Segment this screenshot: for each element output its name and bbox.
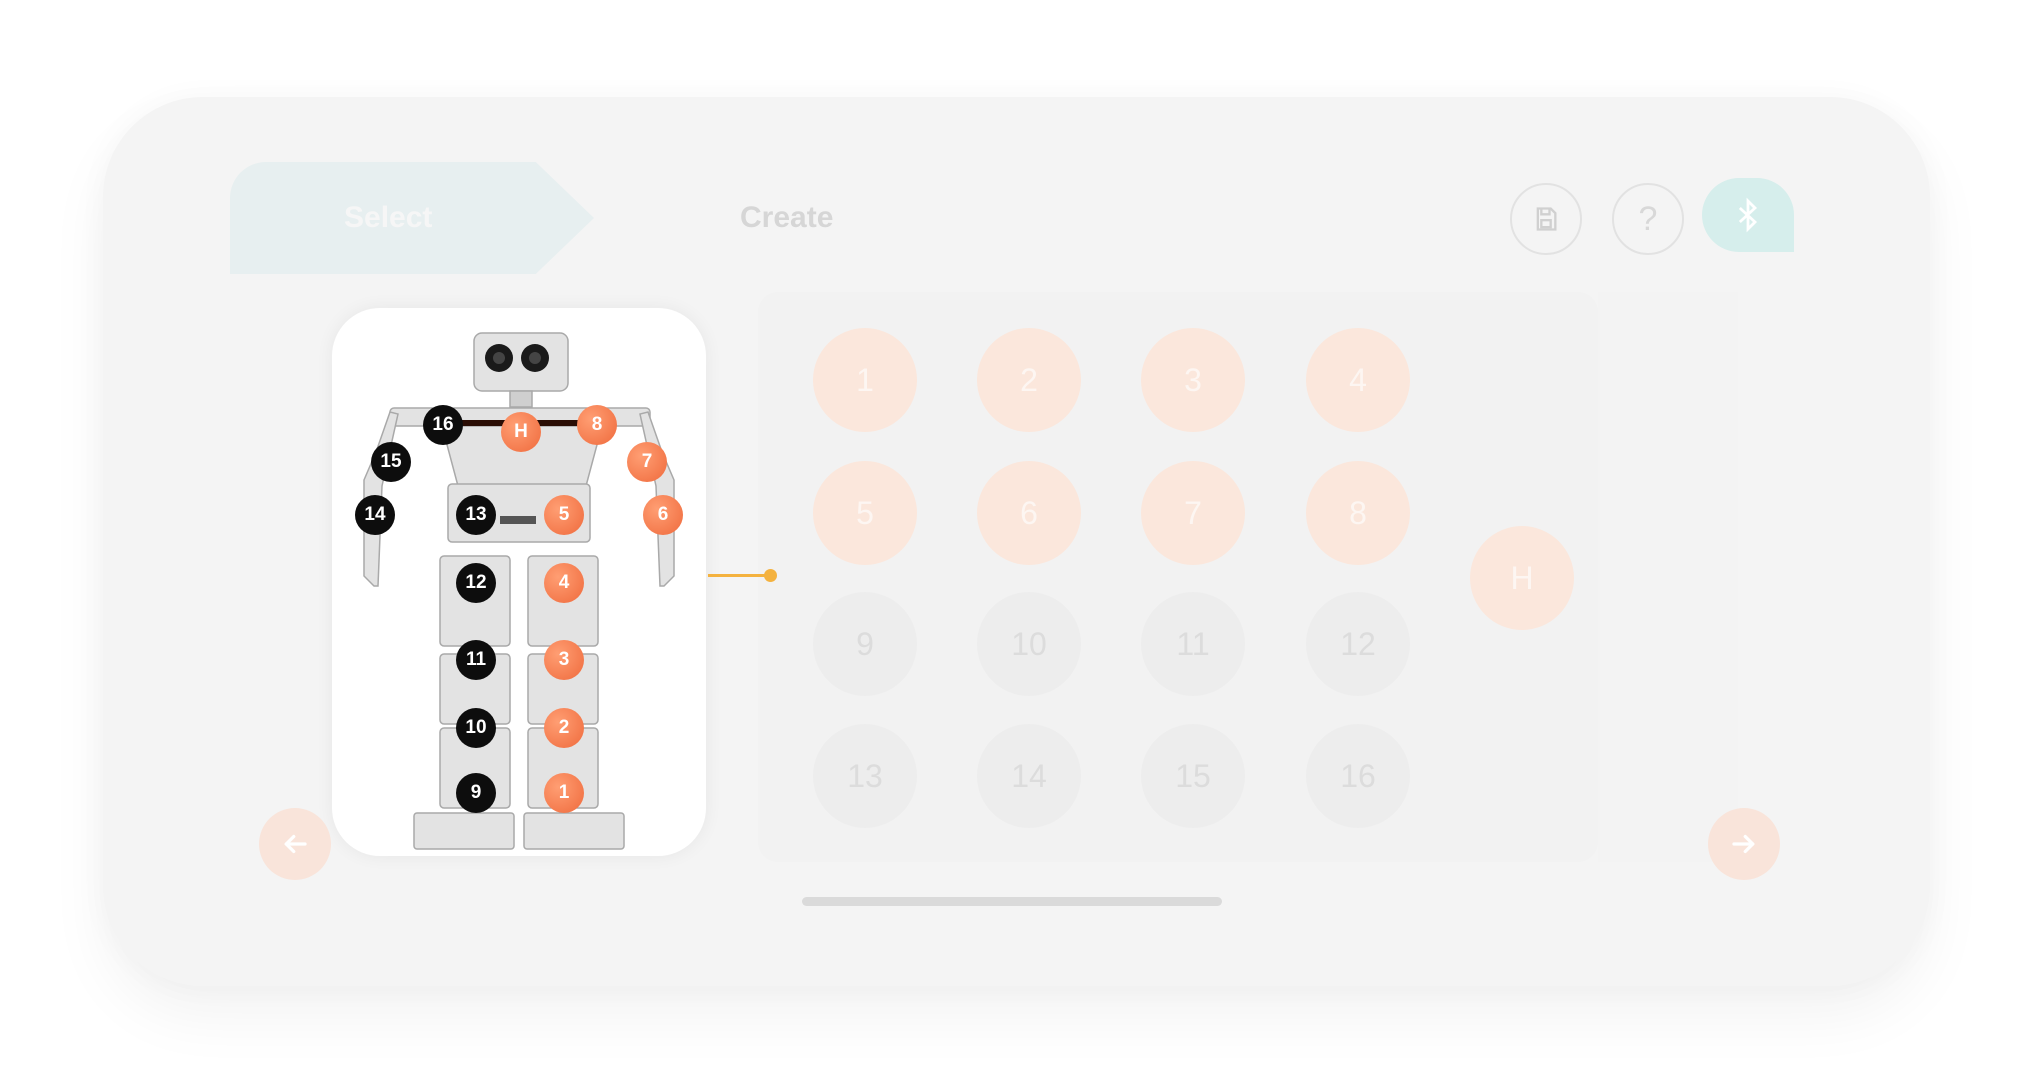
servo-label: 6 [1020, 494, 1038, 531]
servo-button[interactable]: 8 [1306, 461, 1410, 565]
robot-marker[interactable]: 8 [577, 405, 617, 445]
servo-label: 15 [1175, 757, 1211, 794]
robot-marker[interactable]: 12 [456, 563, 496, 603]
servo-button[interactable]: 14 [977, 724, 1081, 828]
robot-card: 16 15 14 13 12 11 10 9 H 8 7 6 5 4 3 2 1 [332, 308, 706, 856]
servo-label: 2 [1020, 361, 1038, 398]
servo-label: 13 [847, 757, 883, 794]
bluetooth-button[interactable] [1702, 178, 1794, 252]
robot-marker-label: 12 [465, 572, 487, 593]
robot-marker[interactable]: 10 [456, 708, 496, 748]
robot-marker-label: H [514, 421, 528, 442]
servo-label: 10 [1011, 625, 1047, 662]
help-label: ? [1638, 199, 1658, 238]
robot-marker-label: 5 [558, 504, 570, 525]
robot-marker[interactable]: 6 [643, 495, 683, 535]
robot-marker[interactable]: 7 [627, 442, 667, 482]
bluetooth-icon [1738, 197, 1758, 233]
save-icon [1536, 207, 1557, 231]
extra-servo-panel [1598, 292, 1738, 862]
robot-marker-label: 14 [364, 504, 386, 525]
robot-marker[interactable]: 3 [544, 640, 584, 680]
robot-image [363, 332, 675, 850]
robot-marker-label: 8 [591, 414, 603, 435]
servo-button[interactable]: 6 [977, 461, 1081, 565]
servo-button[interactable]: 16 [1306, 724, 1410, 828]
servo-button[interactable]: 13 [813, 724, 917, 828]
servo-button[interactable]: 11 [1141, 592, 1245, 696]
robot-marker-label: 3 [558, 649, 570, 670]
arrow-right-icon [1732, 834, 1755, 854]
robot-marker-label: 7 [641, 451, 653, 472]
robot-marker-label: 16 [432, 414, 454, 435]
robot-marker-label: 13 [465, 504, 487, 525]
servo-button[interactable]: 7 [1141, 461, 1245, 565]
robot-marker[interactable]: 15 [371, 442, 411, 482]
servo-button[interactable]: 15 [1141, 724, 1245, 828]
servo-button[interactable]: 3 [1141, 328, 1245, 432]
servo-label: 4 [1349, 361, 1367, 398]
connector-line [708, 574, 770, 577]
save-button[interactable] [1510, 183, 1582, 255]
robot-marker[interactable]: H [501, 412, 541, 452]
robot-marker[interactable]: 16 [423, 405, 463, 445]
servo-button-head[interactable]: H [1470, 526, 1574, 630]
step-select-label: Select [344, 201, 433, 234]
robot-marker[interactable]: 5 [544, 495, 584, 535]
servo-button[interactable]: 1 [813, 328, 917, 432]
robot-marker[interactable]: 1 [544, 773, 584, 813]
robot-marker-label: 10 [465, 717, 487, 738]
servo-button[interactable]: 5 [813, 461, 917, 565]
servo-button[interactable]: 2 [977, 328, 1081, 432]
servo-label: 11 [1176, 625, 1210, 662]
servo-label: H [1510, 559, 1534, 596]
robot-marker-label: 15 [380, 451, 402, 472]
home-indicator [802, 897, 1222, 906]
servo-button[interactable]: 10 [977, 592, 1081, 696]
robot-marker[interactable]: 2 [544, 708, 584, 748]
arrow-left-icon [284, 834, 307, 854]
servo-label: 3 [1184, 361, 1202, 398]
step-create[interactable]: Create [740, 162, 833, 274]
robot-marker-label: 11 [465, 649, 487, 670]
robot-marker-label: 9 [470, 782, 482, 803]
step-select[interactable]: Select [230, 162, 594, 274]
robot-marker-label: 4 [558, 572, 570, 593]
servo-label: 16 [1340, 757, 1376, 794]
robot-marker[interactable]: 14 [355, 495, 395, 535]
servo-label: 14 [1011, 757, 1047, 794]
robot-marker[interactable]: 11 [456, 640, 496, 680]
robot-marker-label: 2 [558, 717, 570, 738]
robot-marker[interactable]: 9 [456, 773, 496, 813]
servo-button[interactable]: 9 [813, 592, 917, 696]
back-button[interactable] [259, 808, 331, 880]
robot-marker-label: 6 [657, 504, 669, 525]
step-create-label: Create [740, 201, 834, 234]
servo-label: 12 [1340, 625, 1376, 662]
next-button[interactable] [1708, 808, 1780, 880]
robot-marker[interactable]: 4 [544, 563, 584, 603]
servo-button[interactable]: 4 [1306, 328, 1410, 432]
servo-label: 5 [856, 494, 874, 531]
connector-dot [764, 569, 777, 582]
servo-label: 1 [856, 361, 874, 398]
servo-label: 9 [856, 625, 874, 662]
servo-button[interactable]: 12 [1306, 592, 1410, 696]
help-button[interactable]: ? [1612, 183, 1684, 255]
robot-marker-label: 1 [558, 782, 570, 803]
servo-label: 7 [1184, 494, 1202, 531]
servo-label: 8 [1349, 494, 1367, 531]
robot-marker[interactable]: 13 [456, 495, 496, 535]
